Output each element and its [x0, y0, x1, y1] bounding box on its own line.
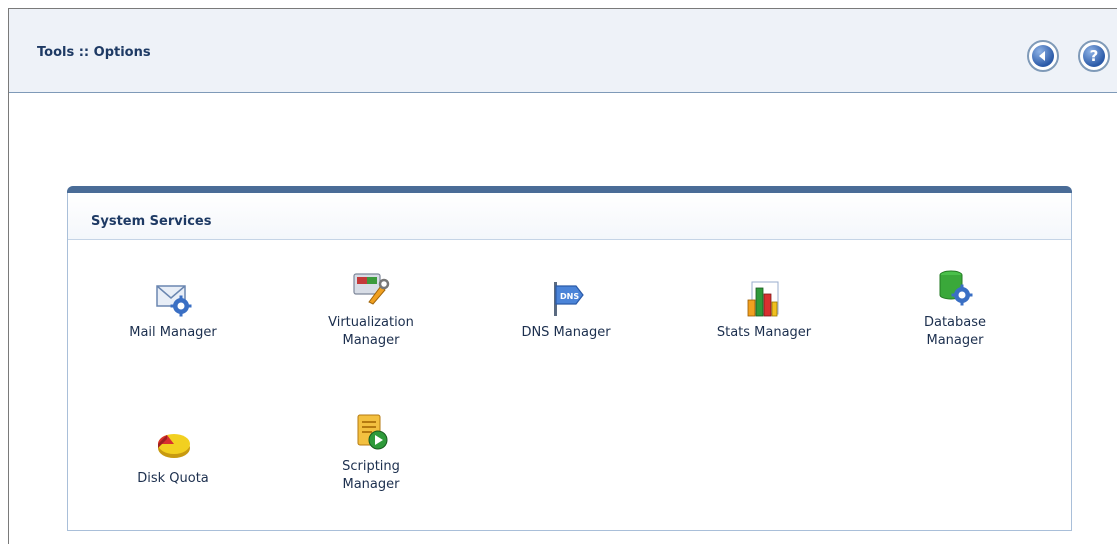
service-label: Scripting Manager: [342, 459, 400, 492]
dns-manager-link[interactable]: DNS DNS Manager: [471, 278, 661, 342]
panel-header: System Services: [68, 193, 1071, 240]
back-arrow-icon: [1032, 45, 1054, 67]
page-header: Tools :: Options ?: [9, 9, 1117, 93]
dns-sign-icon: DNS: [554, 282, 584, 316]
database-manager-link[interactable]: Database Manager: [860, 268, 1050, 350]
back-button[interactable]: [1027, 40, 1059, 72]
virtualization-icon: [353, 273, 390, 305]
svg-text:DNS: DNS: [560, 292, 579, 301]
system-services-panel: System Services Mail Manager Virtualizat…: [67, 186, 1072, 531]
service-label: Database Manager: [923, 315, 987, 348]
virtualization-manager-link[interactable]: Virtualization Manager: [276, 268, 466, 350]
scripting-manager-link[interactable]: Scripting Manager: [276, 412, 466, 494]
database-settings-icon: [939, 270, 973, 306]
bar-chart-icon: [747, 281, 779, 317]
page-title: Tools :: Options: [37, 45, 151, 60]
stats-manager-link[interactable]: Stats Manager: [669, 278, 859, 342]
service-label: Mail Manager: [129, 325, 217, 340]
help-icon: ?: [1083, 45, 1105, 67]
service-label: Stats Manager: [716, 325, 812, 340]
pie-chart-icon: [158, 434, 190, 458]
mail-settings-icon: [156, 285, 192, 317]
service-label: Virtualization Manager: [328, 315, 414, 348]
help-button[interactable]: ?: [1078, 40, 1110, 72]
panel-title: System Services: [91, 214, 212, 229]
disk-quota-link[interactable]: Disk Quota: [78, 424, 268, 488]
service-label: Disk Quota: [137, 471, 209, 486]
service-label: DNS Manager: [521, 325, 611, 340]
mail-manager-link[interactable]: Mail Manager: [78, 278, 268, 342]
panel-top-bar: [67, 186, 1072, 193]
script-play-icon: [357, 414, 388, 450]
